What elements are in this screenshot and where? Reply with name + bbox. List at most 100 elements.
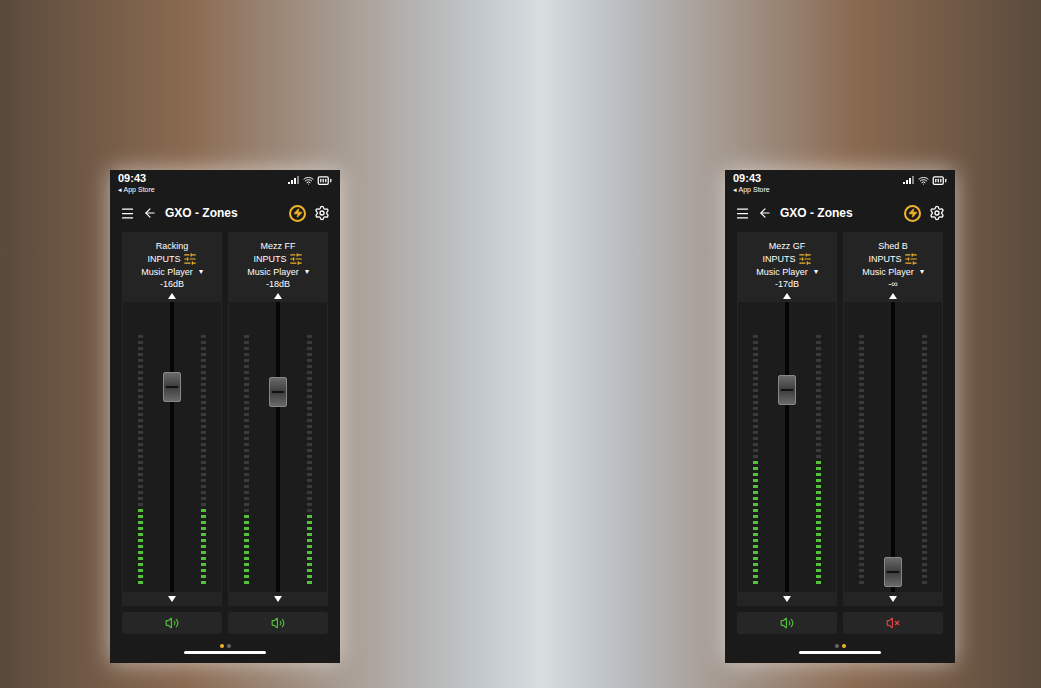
meter-segment [244, 425, 249, 428]
meter-segment [138, 569, 143, 572]
fader-knob[interactable] [778, 375, 796, 405]
meter-segment [138, 401, 143, 404]
signal-icon [288, 176, 300, 184]
fader-track[interactable] [269, 302, 287, 592]
menu-icon[interactable] [735, 206, 750, 221]
fader-track[interactable] [163, 302, 181, 592]
meter-segment [307, 521, 312, 524]
down-arrow-icon[interactable] [783, 596, 791, 602]
meter-segment [859, 551, 864, 554]
mute-button[interactable] [843, 612, 943, 634]
mute-button[interactable] [737, 612, 837, 634]
power-button[interactable] [289, 205, 306, 222]
meter-segment [307, 551, 312, 554]
meter-segment [753, 539, 758, 542]
meter-segment [307, 497, 312, 500]
meter-segment [922, 563, 927, 566]
page-dot[interactable] [220, 644, 224, 648]
fader-knob[interactable] [884, 557, 902, 587]
source-select[interactable]: Music Player▾ [141, 266, 203, 278]
up-arrow-icon[interactable] [889, 293, 897, 299]
meter-segment [307, 575, 312, 578]
meter-segment [859, 437, 864, 440]
meter-segment [244, 557, 249, 560]
meter-segment [244, 563, 249, 566]
meter-segment [307, 467, 312, 470]
header: GXO - Zones [725, 198, 955, 228]
gear-icon[interactable] [314, 205, 330, 221]
page-dot[interactable] [835, 644, 839, 648]
down-arrow-icon[interactable] [168, 596, 176, 602]
meter-segment [201, 509, 206, 512]
meter-segment [244, 461, 249, 464]
meter-segment [307, 353, 312, 356]
meter-segment [138, 449, 143, 452]
meter-segment [307, 377, 312, 380]
power-button[interactable] [904, 205, 921, 222]
meter-segment [859, 365, 864, 368]
back-arrow-icon[interactable] [143, 206, 157, 220]
channel-strip: Shed BINPUTSMusic Player▾-∞ [843, 232, 943, 634]
meter-segment [244, 455, 249, 458]
meter-segment [201, 503, 206, 506]
meter-segment [859, 353, 864, 356]
clock: 09:43 [733, 173, 770, 184]
meter-segment [753, 557, 758, 560]
up-arrow-icon[interactable] [274, 293, 282, 299]
meter-segment [244, 341, 249, 344]
down-arrow-icon[interactable] [274, 596, 282, 602]
meter-segment [816, 497, 821, 500]
meter-segment [859, 497, 864, 500]
meter-segment [138, 359, 143, 362]
inputs-button[interactable]: INPUTS [762, 252, 811, 266]
meter-segment [244, 575, 249, 578]
meter-segment [201, 365, 206, 368]
sliders-icon [289, 252, 303, 266]
meter-segment [922, 455, 927, 458]
lightning-icon [908, 208, 918, 218]
back-to-app-store[interactable]: ◂ App Store [733, 186, 770, 193]
source-select[interactable]: Music Player▾ [247, 266, 309, 278]
down-arrow-icon[interactable] [889, 596, 897, 602]
menu-icon[interactable] [120, 206, 135, 221]
fader-knob[interactable] [269, 377, 287, 407]
back-to-app-store[interactable]: ◂ App Store [118, 186, 155, 193]
fader-track[interactable] [778, 302, 796, 592]
back-arrow-icon[interactable] [758, 206, 772, 220]
mute-button[interactable] [122, 612, 222, 634]
meter-segment [922, 497, 927, 500]
inputs-button[interactable]: INPUTS [253, 252, 302, 266]
meter-segment [307, 461, 312, 464]
page-dot[interactable] [842, 644, 846, 648]
meter-segment [244, 545, 249, 548]
meter-segment [816, 371, 821, 374]
meter-segment [138, 491, 143, 494]
meter-segment [307, 581, 312, 584]
meter-segment [244, 497, 249, 500]
source-select[interactable]: Music Player▾ [756, 266, 818, 278]
fader-track[interactable] [884, 302, 902, 592]
fader-knob[interactable] [163, 372, 181, 402]
meter-segment [307, 545, 312, 548]
source-label: Music Player [141, 266, 193, 278]
gear-icon[interactable] [929, 205, 945, 221]
meter-segment [922, 383, 927, 386]
meter-segment [307, 569, 312, 572]
sliders-icon [798, 252, 812, 266]
up-arrow-icon[interactable] [783, 293, 791, 299]
meter-segment [307, 485, 312, 488]
inputs-button[interactable]: INPUTS [147, 252, 196, 266]
meter-segment [307, 359, 312, 362]
meter-segment [244, 479, 249, 482]
meter-segment [138, 371, 143, 374]
source-select[interactable]: Music Player▾ [862, 266, 924, 278]
sliders-icon [904, 252, 918, 266]
up-arrow-icon[interactable] [168, 293, 176, 299]
meter-segment [753, 425, 758, 428]
level-meter [859, 332, 864, 584]
mute-button[interactable] [228, 612, 328, 634]
meter-segment [201, 485, 206, 488]
inputs-button[interactable]: INPUTS [868, 252, 917, 266]
page-dot[interactable] [227, 644, 231, 648]
meter-segment [244, 335, 249, 338]
